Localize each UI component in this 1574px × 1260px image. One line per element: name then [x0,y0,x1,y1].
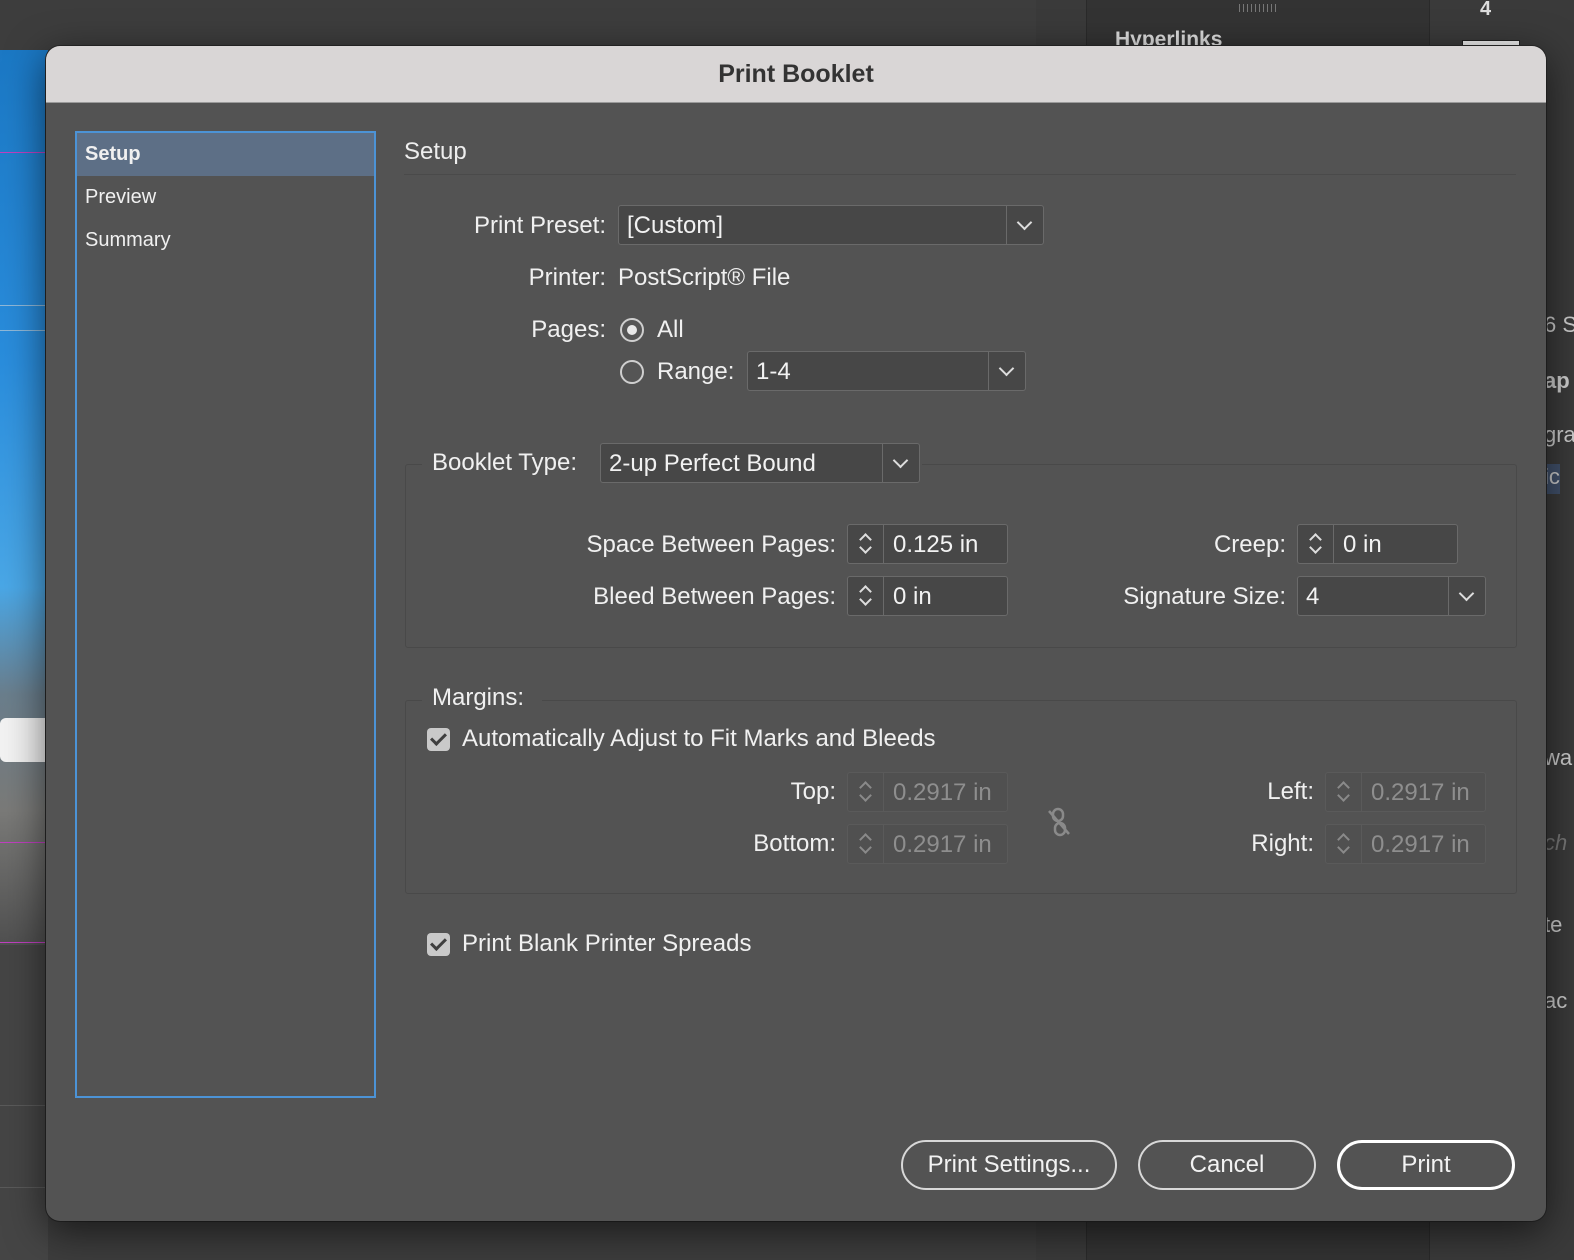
background-canvas [0,945,48,1260]
chevron-down-icon [1337,789,1350,802]
nav-item-summary[interactable]: Summary [77,219,374,262]
space-between-pages-label: Space Between Pages: [586,531,836,558]
print-preset-dropdown[interactable] [1006,206,1043,244]
pages-range-label[interactable]: Range: [657,358,734,386]
booklet-type-value: 2-up Perfect Bound [609,450,816,477]
creep-stepper[interactable]: 0 in [1297,524,1458,564]
background-fragment: wa [1544,745,1573,770]
pages-all-radio[interactable] [620,318,644,342]
stepper-arrows [848,825,884,863]
margin-top-value: 0.2917 in [893,779,992,806]
chevron-down-icon [1458,585,1475,602]
background-fragment: gra [1544,422,1574,447]
background-fragment: te [1544,912,1563,937]
margin-bottom-stepper: 0.2917 in [847,824,1008,864]
signature-size-select[interactable]: 4 [1297,576,1486,616]
background-fragment: ap [1544,368,1570,393]
margin-left-label: Left: [1267,778,1314,805]
section-title: Setup [404,138,467,165]
bleed-between-pages-stepper[interactable]: 0 in [847,576,1008,616]
print-settings-button[interactable]: Print Settings... [901,1140,1117,1190]
chain-link-icon [1048,807,1070,837]
print-preset-label: Print Preset: [473,212,606,239]
section-divider [404,174,1516,175]
creep-label: Creep: [1213,531,1286,558]
signature-size-label: Signature Size: [1123,583,1286,610]
stepper-arrows [848,773,884,811]
chevron-down-icon [1016,214,1033,231]
background-fragment: ac [1544,988,1568,1013]
chevron-down-icon [859,541,872,554]
margin-top-stepper: 0.2917 in [847,772,1008,812]
print-booklet-dialog: Print Booklet Setup Preview Summary Setu… [46,46,1546,1221]
stepper-arrows [1326,773,1362,811]
cancel-button[interactable]: Cancel [1138,1140,1316,1190]
booklet-type-label: Booklet Type: [432,449,577,476]
margin-right-value: 0.2917 in [1371,831,1470,858]
stepper-arrows [1326,825,1362,863]
space-between-pages-value[interactable]: 0.125 in [893,531,978,559]
printer-label: Printer: [528,264,606,291]
dialog-title: Print Booklet [46,46,1546,103]
bleed-between-pages-label: Bleed Between Pages: [593,583,836,610]
margin-right-stepper: 0.2917 in [1325,824,1486,864]
background-fragment: ch [1544,830,1568,855]
margin-bottom-label: Bottom: [753,830,836,857]
background-document-image [0,50,48,945]
margin-left-stepper: 0.2917 in [1325,772,1486,812]
car-image [0,718,46,762]
print-blank-spreads-checkbox[interactable] [427,933,450,956]
margins-label: Margins: [432,684,525,711]
chevron-down-icon [998,360,1015,377]
panel-number: 4 [1480,0,1492,20]
pages-range-radio[interactable] [620,360,644,384]
printer-value: PostScript® File [618,264,791,291]
chevron-down-icon [1337,841,1350,854]
sidebar-nav: Setup Preview Summary [75,131,376,1098]
margin-top-label: Top: [790,778,836,805]
auto-adjust-label[interactable]: Automatically Adjust to Fit Marks and Bl… [462,725,936,753]
stepper-arrows[interactable] [1298,525,1334,563]
pages-range-select[interactable]: 1-4 [747,351,1026,391]
chevron-down-icon [1309,541,1322,554]
margin-left-value: 0.2917 in [1371,779,1470,806]
print-button[interactable]: Print [1337,1140,1515,1190]
booklet-type-dropdown[interactable] [882,444,919,482]
margin-right-label: Right: [1251,830,1314,857]
pages-range-value: 1-4 [756,358,791,385]
stepper-arrows[interactable] [848,577,884,615]
nav-item-preview[interactable]: Preview [77,176,374,219]
booklet-type-select[interactable]: 2-up Perfect Bound [600,443,920,483]
margin-bottom-value: 0.2917 in [893,831,992,858]
nav-item-setup[interactable]: Setup [77,133,374,176]
chevron-down-icon [859,841,872,854]
pages-all-label[interactable]: All [657,316,684,344]
print-preset-select[interactable]: [Custom] [618,205,1044,245]
chevron-down-icon [859,593,872,606]
stepper-arrows[interactable] [848,525,884,563]
creep-value[interactable]: 0 in [1343,531,1382,559]
pages-range-dropdown[interactable] [988,352,1025,390]
signature-size-value: 4 [1306,583,1320,610]
bleed-between-pages-value[interactable]: 0 in [893,583,932,611]
background-fragment: 6 S [1544,312,1574,337]
pages-label: Pages: [531,316,606,343]
print-preset-value: [Custom] [627,212,724,239]
auto-adjust-checkbox[interactable] [427,728,450,751]
panel-grip[interactable] [1239,4,1279,12]
chevron-down-icon [859,789,872,802]
chevron-down-icon [892,452,909,469]
space-between-pages-stepper[interactable]: 0.125 in [847,524,1008,564]
signature-size-dropdown[interactable] [1448,577,1485,615]
print-blank-spreads-label[interactable]: Print Blank Printer Spreads [462,930,751,958]
